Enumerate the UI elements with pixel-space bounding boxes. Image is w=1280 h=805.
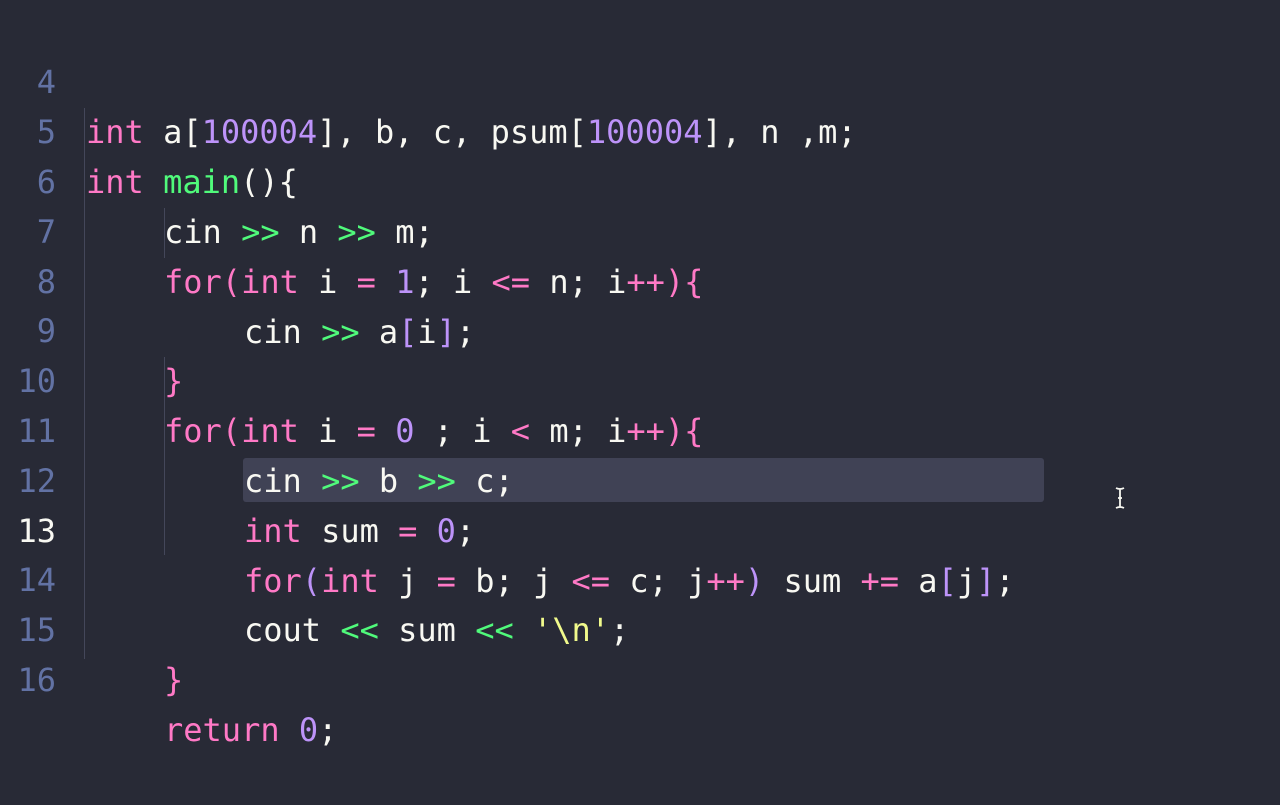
- scrolled-line-fragment: [120, 0, 380, 4]
- number-literal: 0: [298, 711, 319, 749]
- brace: }: [164, 661, 184, 699]
- code-line[interactable]: 16 return 0;: [0, 605, 1280, 749]
- code-line[interactable]: 5 int main(){: [0, 57, 1280, 201]
- code-line[interactable]: 10 for(int i = 0 ; i < m; i++){: [0, 306, 1280, 450]
- code-line[interactable]: 14 cout << sum << '\n';: [0, 505, 1280, 649]
- code-editor[interactable]: 4 int a[100004], b, c, psum[100004], n ,…: [0, 0, 1280, 749]
- ibeam-cursor-icon: [1115, 487, 1125, 509]
- code-text[interactable]: return 0;: [164, 705, 337, 755]
- code-line[interactable]: 15 }: [0, 555, 1280, 699]
- code-line[interactable]: 4 int a[100004], b, c, psum[100004], n ,…: [0, 7, 1280, 151]
- code-line[interactable]: 6 cin >> n >> m;: [0, 107, 1280, 251]
- code-line[interactable]: 8 cin >> a[i];: [0, 207, 1280, 351]
- code-line-current[interactable]: 13 for(int j = b; j <= c; j++) sum += a[…: [0, 456, 1280, 600]
- code-line[interactable]: 12 int sum = 0;: [0, 406, 1280, 550]
- code-line[interactable]: 9 }: [0, 256, 1280, 400]
- line-number: 16: [17, 661, 56, 699]
- control-keyword: return: [164, 711, 280, 749]
- code-text[interactable]: }: [164, 655, 183, 705]
- code-token: ;: [318, 711, 338, 749]
- code-line[interactable]: 11 cin >> b >> c;: [0, 356, 1280, 500]
- code-line[interactable]: 7 for(int i = 1; i <= n; i++){: [0, 157, 1280, 301]
